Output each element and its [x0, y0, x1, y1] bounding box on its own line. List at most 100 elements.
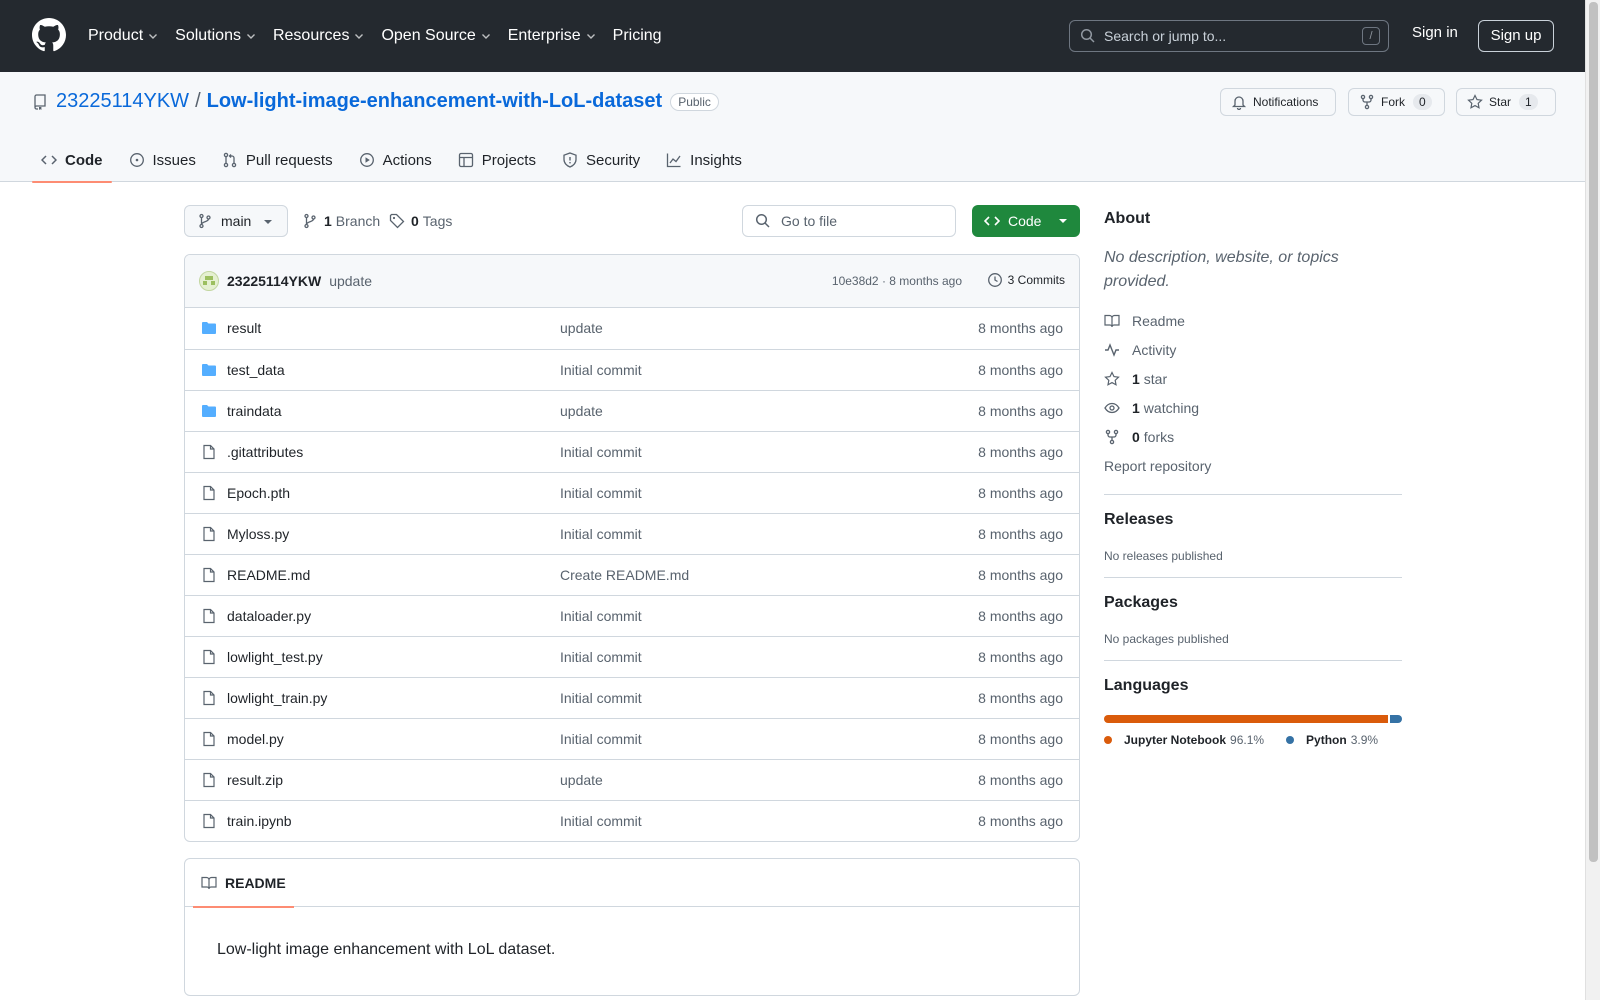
file-row[interactable]: dataloader.py Initial commit 8 months ago	[185, 595, 1079, 636]
file-commit-message[interactable]: Initial commit	[560, 485, 642, 501]
file-commit-message[interactable]: update	[560, 772, 603, 788]
file-name-link[interactable]: lowlight_test.py	[227, 649, 323, 665]
identicon-icon	[203, 276, 215, 285]
caret-down-icon	[264, 220, 272, 224]
file-row[interactable]: traindata update 8 months ago	[185, 390, 1079, 431]
file-commit-message[interactable]: Initial commit	[560, 444, 642, 460]
sign-up-button[interactable]: Sign up	[1478, 20, 1554, 52]
file-commit-message[interactable]: Initial commit	[560, 690, 642, 706]
file-row[interactable]: README.md Create README.md 8 months ago	[185, 554, 1079, 595]
commit-author-link[interactable]: 23225114YKW	[227, 273, 321, 289]
language-item[interactable]: Python 3.9%	[1286, 733, 1378, 747]
stars-link[interactable]: 1 star	[1104, 364, 1402, 393]
activity-link[interactable]: Activity	[1104, 335, 1402, 364]
file-row[interactable]: test_data Initial commit 8 months ago	[185, 349, 1079, 390]
file-commit-message[interactable]: Initial commit	[560, 526, 642, 542]
forks-count: 0	[1132, 428, 1140, 445]
tab-pull-requests[interactable]: Pull requests	[213, 138, 342, 182]
file-name-link[interactable]: train.ipynb	[227, 813, 292, 829]
forks-link[interactable]: 0 forks	[1104, 422, 1402, 451]
file-commit-time: 8 months ago	[978, 362, 1063, 378]
file-commit-message[interactable]: Initial commit	[560, 649, 642, 665]
file-commit-message[interactable]: update	[560, 403, 603, 419]
file-icon	[203, 772, 215, 788]
file-name-link[interactable]: README.md	[227, 567, 310, 583]
scrollbar-thumb[interactable]	[1589, 2, 1598, 862]
sign-in-link[interactable]: Sign in	[1412, 24, 1458, 41]
nav-resources[interactable]: Resources	[273, 27, 365, 45]
releases-title[interactable]: Releases	[1104, 511, 1402, 529]
repo-icon	[34, 93, 46, 110]
global-header: Product Solutions Resources Open Source …	[0, 0, 1585, 72]
file-commit-message[interactable]: update	[560, 320, 603, 336]
file-row[interactable]: Epoch.pth Initial commit 8 months ago	[185, 472, 1079, 513]
file-commit-message[interactable]: Initial commit	[560, 731, 642, 747]
watchers-link[interactable]: 1 watching	[1104, 393, 1402, 422]
file-icon-wrap	[201, 649, 217, 665]
branch-selector[interactable]: main	[184, 205, 288, 237]
nav-solutions[interactable]: Solutions	[175, 27, 257, 45]
file-row[interactable]: result.zip update 8 months ago	[185, 759, 1079, 800]
file-row[interactable]: result update 8 months ago	[185, 308, 1079, 349]
file-name-link[interactable]: lowlight_train.py	[227, 690, 327, 706]
readme-tab[interactable]: README	[193, 859, 294, 908]
commit-sha-time[interactable]: 10e38d2 · 8 months ago	[832, 274, 962, 288]
language-item[interactable]: Jupyter Notebook 96.1%	[1104, 733, 1264, 747]
tab-code[interactable]: Code	[32, 138, 112, 183]
languages-bar	[1104, 715, 1402, 723]
book-icon	[1104, 314, 1120, 327]
file-name-link[interactable]: traindata	[227, 403, 281, 419]
file-name-link[interactable]: result	[227, 320, 261, 336]
tab-security-label: Security	[585, 151, 641, 169]
tab-projects[interactable]: Projects	[449, 138, 545, 182]
file-name-link[interactable]: Epoch.pth	[227, 485, 290, 501]
file-name-link[interactable]: model.py	[227, 731, 284, 747]
file-row[interactable]: model.py Initial commit 8 months ago	[185, 718, 1079, 759]
search-icon	[755, 213, 770, 228]
search-input[interactable]: Search or jump to... /	[1069, 20, 1389, 52]
tab-actions[interactable]: Actions	[350, 138, 441, 182]
star-button[interactable]: Star 1	[1456, 88, 1556, 116]
file-commit-time: 8 months ago	[978, 813, 1063, 829]
nav-enterprise[interactable]: Enterprise	[508, 27, 597, 45]
file-name-link[interactable]: test_data	[227, 362, 285, 378]
file-name-link[interactable]: Myloss.py	[227, 526, 289, 542]
file-row[interactable]: train.ipynb Initial commit 8 months ago	[185, 800, 1079, 841]
nav-open-source[interactable]: Open Source	[381, 27, 491, 45]
file-commit-message[interactable]: Initial commit	[560, 362, 642, 378]
tags-link[interactable]: 0 Tags	[389, 213, 452, 229]
fork-button[interactable]: Fork 0	[1348, 88, 1445, 116]
file-name-link[interactable]: .gitattributes	[227, 444, 303, 460]
nav-product[interactable]: Product	[88, 27, 159, 45]
file-commit-message[interactable]: Initial commit	[560, 608, 642, 624]
avatar[interactable]	[199, 271, 219, 291]
github-logo-icon[interactable]	[32, 18, 66, 52]
file-name-link[interactable]: result.zip	[227, 772, 283, 788]
commits-history-link[interactable]: 3 Commits	[987, 272, 1065, 288]
branches-link[interactable]: 1 Branch	[302, 213, 380, 229]
tab-security[interactable]: Security	[553, 138, 649, 182]
nav-pricing[interactable]: Pricing	[613, 27, 662, 45]
go-to-file-input[interactable]: Go to file	[742, 205, 956, 237]
file-row[interactable]: lowlight_train.py Initial commit 8 months …	[185, 677, 1079, 718]
code-dropdown-button[interactable]: Code	[972, 205, 1080, 237]
file-row[interactable]: .gitattributes Initial commit 8 months ago	[185, 431, 1079, 472]
repo-name-link[interactable]: Low-light-image-enhancement-with-LoL-dat…	[207, 90, 663, 113]
page-scrollbar[interactable]	[1585, 0, 1600, 1000]
tab-insights[interactable]: Insights	[657, 138, 751, 182]
graph-icon	[667, 153, 681, 168]
tab-issues[interactable]: Issues	[120, 138, 205, 182]
commit-message-link[interactable]: update	[329, 273, 372, 289]
notifications-button[interactable]: Notifications	[1220, 88, 1336, 116]
repo-owner-link[interactable]: 23225114YKW	[56, 90, 189, 113]
file-row[interactable]: lowlight_test.py Initial commit 8 months a…	[185, 636, 1079, 677]
watching-label: watching	[1143, 399, 1200, 416]
packages-title[interactable]: Packages	[1104, 594, 1402, 612]
file-commit-message[interactable]: Initial commit	[560, 813, 642, 829]
readme-link[interactable]: Readme	[1104, 306, 1402, 335]
file-commit-message[interactable]: Create README.md	[560, 567, 689, 583]
file-row[interactable]: Myloss.py Initial commit 8 months ago	[185, 513, 1079, 554]
file-icon-wrap	[201, 813, 217, 829]
report-repository-link[interactable]: Report repository	[1104, 451, 1402, 480]
file-name-link[interactable]: dataloader.py	[227, 608, 311, 624]
